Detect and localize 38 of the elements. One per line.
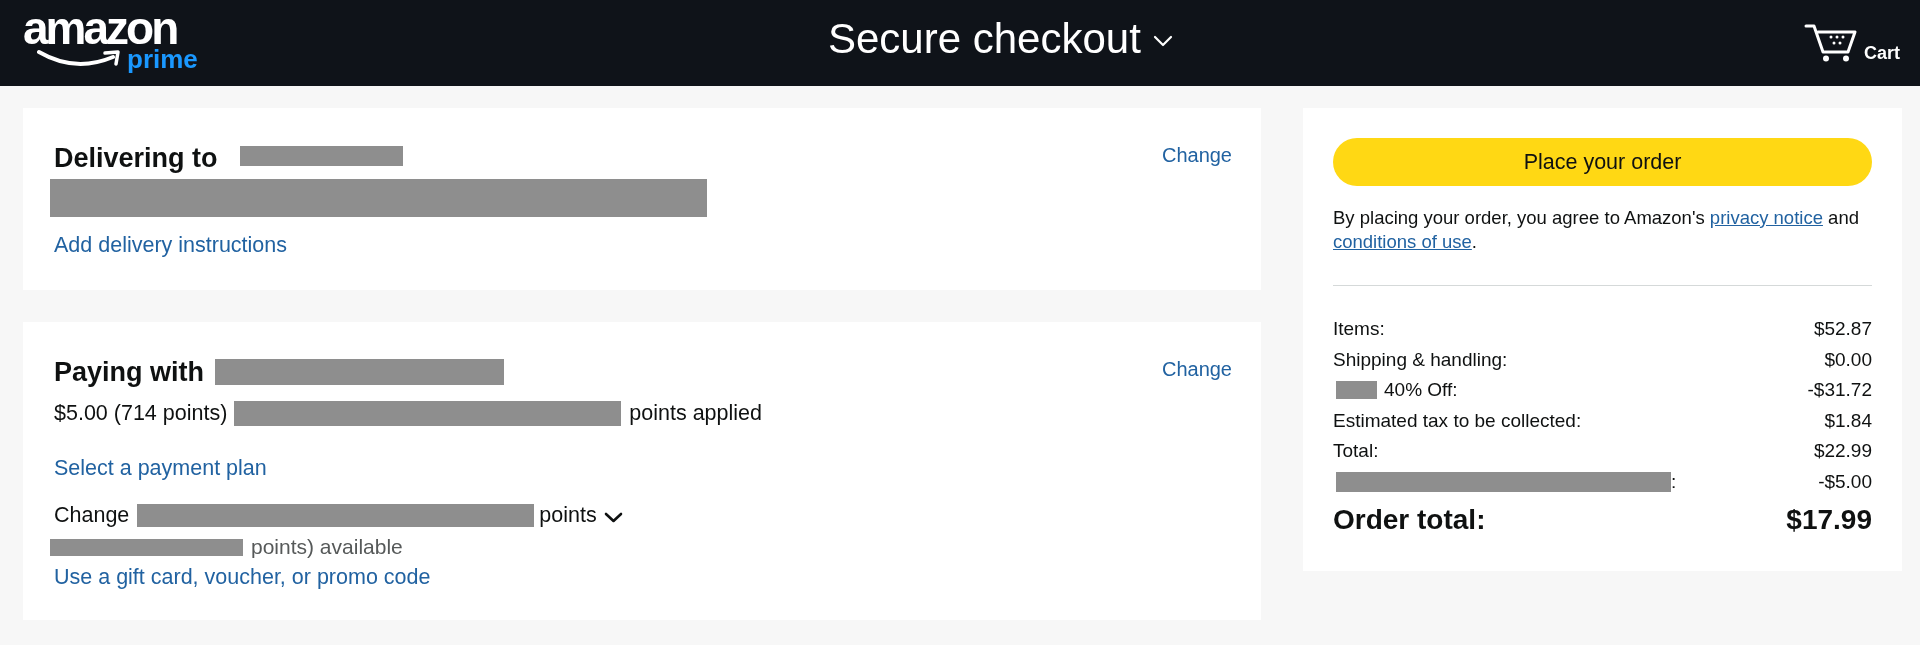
points-amount-text: $5.00 (714 points) xyxy=(54,400,228,426)
summary-value: -$31.72 xyxy=(1807,378,1872,403)
agreement-link[interactable]: conditions of use xyxy=(1333,231,1472,252)
summary-label: Estimated tax to be collected: xyxy=(1333,408,1582,433)
delivery-instructions-link[interactable]: Add delivery instructions xyxy=(54,233,288,257)
summary-value: $0.00 xyxy=(1824,347,1872,372)
summary-label: Shipping & handling: xyxy=(1333,347,1508,372)
logo-wordmark: amazon xyxy=(23,8,177,48)
summary-label: 40% Off: xyxy=(1384,378,1458,403)
smile-arrow-icon xyxy=(37,49,123,69)
summary-label: Items: xyxy=(1333,317,1385,342)
order-total-value: $17.99 xyxy=(1786,503,1872,537)
summary-label: Total: xyxy=(1333,439,1379,464)
summary-label: : xyxy=(1671,469,1677,494)
summary-value: -$5.00 xyxy=(1818,469,1872,494)
cart-link[interactable]: Cart xyxy=(1804,23,1900,63)
promo-code-link[interactable]: Use a gift card, voucher, or promo code xyxy=(54,565,431,589)
points-available-text: points) available xyxy=(251,534,403,560)
checkout-title-dropdown[interactable]: Secure checkout xyxy=(828,15,1173,63)
points-select-label: points xyxy=(539,502,597,528)
chevron-down-icon[interactable] xyxy=(603,511,623,523)
order-total-label: Order total: xyxy=(1333,503,1486,537)
payment-plan-link[interactable]: Select a payment plan xyxy=(54,456,267,480)
agreement-link[interactable]: privacy notice xyxy=(1709,207,1823,228)
payment-heading: Paying with xyxy=(54,356,205,389)
chevron-down-icon xyxy=(1152,35,1173,47)
delivery-heading: Delivering to xyxy=(54,142,218,175)
points-applied-text: points applied xyxy=(629,400,762,426)
place-order-button[interactable]: Place your order xyxy=(1333,138,1872,186)
summary-value: $52.87 xyxy=(1813,317,1872,342)
summary-value: $1.84 xyxy=(1824,408,1872,433)
cart-icon xyxy=(1804,23,1858,63)
agreement-text: By placing your order, you agree to Amazon's privacy notice and conditions of use. xyxy=(1333,206,1860,254)
logo-subtitle: prime xyxy=(127,46,198,72)
change-link[interactable]: Change xyxy=(1161,143,1232,167)
points-select-label: Change xyxy=(54,502,130,528)
change-link[interactable]: Change xyxy=(1161,357,1232,381)
summary-value: $22.99 xyxy=(1813,439,1872,464)
